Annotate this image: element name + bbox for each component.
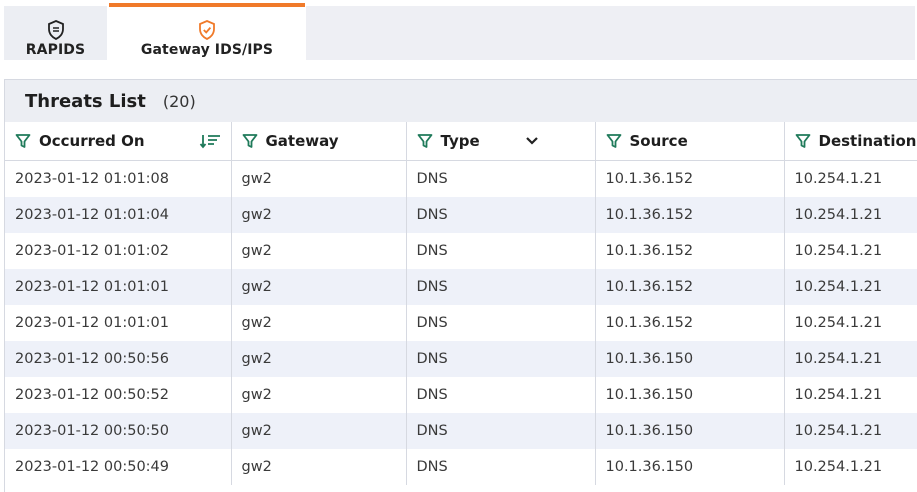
cell-type: DNS <box>406 449 596 485</box>
tab-gateway-label: Gateway IDS/IPS <box>140 42 274 58</box>
cell-gateway: gw2 <box>231 233 407 269</box>
shield-check-icon <box>198 20 216 40</box>
filter-icon[interactable] <box>242 133 260 149</box>
chevron-down-icon[interactable] <box>525 136 539 146</box>
column-label-destination: Destination <box>818 132 917 150</box>
cell-source: 10.1.36.150 <box>595 449 785 485</box>
cell-source: 10.1.36.152 <box>595 197 785 233</box>
cell-occurred-on: 2023-01-12 00:50:56 <box>5 341 232 377</box>
cell-destination: 10.254.1.21 <box>794 315 883 331</box>
cell-occurred-on: 2023-01-12 00:50:50 <box>5 413 232 449</box>
shield-icon <box>47 20 65 40</box>
tab-bar-background <box>306 6 915 60</box>
cell-gateway: gw2 <box>231 197 407 233</box>
cell-source: 10.1.36.152 <box>595 160 785 197</box>
column-header-type[interactable]: Type <box>406 122 596 161</box>
column-label-source: Source <box>629 132 688 150</box>
table-row[interactable]: 2023-01-12 01:01:01 gw2 DNS 10.1.36.152 … <box>5 305 917 341</box>
table-row[interactable]: 2023-01-12 00:50:52 gw2 DNS 10.1.36.150 … <box>5 377 917 413</box>
table-header-row: Occurred On Gateway Type Source Destinat… <box>5 122 917 161</box>
cell-source: 10.1.36.150 <box>595 377 785 413</box>
cell-gateway: gw2 <box>231 305 407 341</box>
table-row[interactable]: 2023-01-12 01:01:01 gw2 DNS 10.1.36.152 … <box>5 269 917 305</box>
column-header-destination[interactable]: Destination <box>784 122 917 161</box>
cell-destination: 10.254.1.21 <box>784 341 917 377</box>
column-header-source[interactable]: Source <box>595 122 785 161</box>
table-row[interactable]: 2023-01-12 01:01:08 gw2 DNS 10.1.36.152 … <box>5 160 917 197</box>
cell-source: 10.1.36.150 <box>595 341 785 377</box>
cell-occurred-on: 2023-01-12 00:50:52 <box>5 377 232 413</box>
cell-destination: 10.254.1.21 <box>784 269 917 305</box>
table-row[interactable]: 2023-01-12 01:01:04 gw2 DNS 10.1.36.152 … <box>5 197 917 233</box>
cell-source: 10.1.36.150 <box>595 413 785 449</box>
cell-destination: 10.254.1.21 <box>784 197 917 233</box>
tab-gateway-ids-ips[interactable]: Gateway IDS/IPS <box>109 3 305 64</box>
cell-gateway: gw2 <box>231 341 407 377</box>
tab-rapids-label: RAPIDS <box>25 42 86 58</box>
cell-destination: 10.254.1.21 <box>794 459 883 475</box>
cell-occurred-on: 2023-01-12 01:01:04 <box>5 197 232 233</box>
column-label-occurred-on: Occurred On <box>39 132 145 150</box>
filter-icon[interactable] <box>417 133 435 149</box>
column-label-gateway: Gateway <box>265 132 339 150</box>
cell-gateway: gw2 <box>231 269 407 305</box>
cell-occurred-on: 2023-01-12 01:01:08 <box>5 160 232 197</box>
cell-occurred-on: 2023-01-12 00:50:49 <box>5 449 232 485</box>
column-header-gateway[interactable]: Gateway <box>231 122 407 161</box>
table-row[interactable]: 2023-01-12 00:50:50 gw2 DNS 10.1.36.150 … <box>5 413 917 449</box>
cell-destination: 10.254.1.21 <box>794 171 883 187</box>
cell-destination: 10.254.1.21 <box>784 413 917 449</box>
cell-type: DNS <box>406 269 596 305</box>
cell-gateway: gw2 <box>231 377 407 413</box>
cell-source: 10.1.36.152 <box>595 269 785 305</box>
table-row[interactable]: 2023-01-12 00:50:49 gw2 DNS 10.1.36.150 … <box>5 449 917 485</box>
column-header-occurred-on[interactable]: Occurred On <box>5 122 232 161</box>
filter-icon[interactable] <box>795 133 813 149</box>
cell-gateway: gw2 <box>231 413 407 449</box>
tab-bar: RAPIDS Gateway IDS/IPS <box>0 0 917 64</box>
sort-desc-icon[interactable] <box>199 133 221 149</box>
table-row[interactable]: 2023-01-12 00:50:56 gw2 DNS 10.1.36.150 … <box>5 341 917 377</box>
cell-occurred-on: 2023-01-12 01:01:01 <box>5 269 232 305</box>
table-row[interactable]: 2023-01-12 01:01:02 gw2 DNS 10.1.36.152 … <box>5 233 917 269</box>
cell-destination: 10.254.1.21 <box>794 243 883 259</box>
column-label-type: Type <box>440 132 480 150</box>
cell-type: DNS <box>406 233 596 269</box>
cell-type: DNS <box>406 160 596 197</box>
filter-icon[interactable] <box>606 133 624 149</box>
panel-title: Threats List <box>25 90 146 112</box>
cell-type: DNS <box>406 197 596 233</box>
threats-table: Occurred On Gateway Type Source Destinat… <box>5 122 917 485</box>
cell-gateway: gw2 <box>231 160 407 197</box>
filter-icon[interactable] <box>15 133 33 149</box>
cell-destination: 10.254.1.21 <box>794 387 883 403</box>
threat-count: (20) <box>162 91 196 111</box>
cell-occurred-on: 2023-01-12 01:01:02 <box>5 233 232 269</box>
tab-rapids[interactable]: RAPIDS <box>4 6 107 60</box>
cell-type: DNS <box>406 305 596 341</box>
cell-source: 10.1.36.152 <box>595 305 785 341</box>
cell-type: DNS <box>406 377 596 413</box>
cell-source: 10.1.36.152 <box>595 233 785 269</box>
cell-type: DNS <box>406 413 596 449</box>
cell-gateway: gw2 <box>231 449 407 485</box>
threats-panel-header: Threats List (20) <box>5 80 917 122</box>
threats-panel: Threats List (20) Occurred On Gateway Ty… <box>4 79 917 492</box>
cell-type: DNS <box>406 341 596 377</box>
cell-occurred-on: 2023-01-12 01:01:01 <box>5 305 232 341</box>
